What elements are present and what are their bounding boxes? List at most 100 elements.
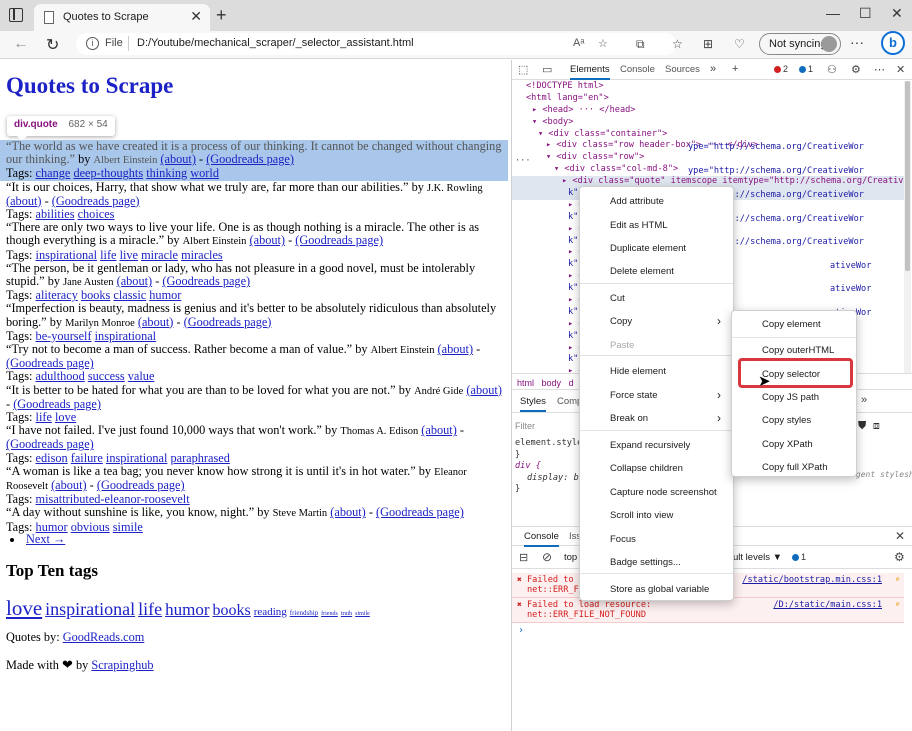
more-tabs-icon[interactable]: » [710,63,716,75]
favorites-icon[interactable]: ☆ [672,37,683,51]
top-tag-link[interactable]: simile [355,611,370,617]
browser-essentials-icon[interactable]: ♡ [734,37,745,51]
menu-item-edit-as-html[interactable]: Edit as HTML [580,216,733,236]
back-icon[interactable]: ← [13,35,29,53]
sidebar-toggle-icon[interactable]: ⊟ [519,551,528,564]
address-bar[interactable]: i File D:/Youtube/mechanical_scraper/_se… [76,33,676,55]
top-tag-link[interactable]: reading [254,606,287,618]
menu-item-focus[interactable]: Focus [580,530,733,550]
close-drawer-icon[interactable]: ✕ [895,529,905,543]
bing-chat-icon[interactable]: b [881,31,905,55]
tag-link[interactable]: success [88,369,125,383]
menu-item-hide-element[interactable]: Hide element [580,362,733,382]
breadcrumb-div[interactable]: d [569,378,574,388]
tag-link[interactable]: life [36,410,52,424]
menu-item-delete-element[interactable]: Delete element [580,262,733,282]
goodreads-page-link[interactable]: (Goodreads page) [184,315,272,329]
top-tag-link[interactable]: friends [321,611,338,617]
menu-item-copy-element[interactable]: Copy element [732,315,856,335]
dom-node[interactable]: ▾ <div class="row"> [512,152,904,164]
top-tag-link[interactable]: friendship [290,609,318,617]
goodreads-page-link[interactable]: (Goodreads page) [162,274,250,288]
log-levels-dropdown[interactable]: ult levels ▼ [733,552,782,563]
goodreads-page-link[interactable]: (Goodreads page) [97,478,185,492]
tag-link[interactable]: books [81,288,110,302]
error-source-link[interactable]: /D:/static/main.css:1 [773,600,882,610]
tag-link[interactable]: misattributed-eleanor-roosevelt [36,492,190,506]
goodreads-page-link[interactable]: (Goodreads page) [206,152,294,166]
about-link[interactable]: (about) [250,233,286,247]
top-tag-link[interactable]: books [213,602,251,619]
tag-link[interactable]: inspirational [106,451,167,465]
about-link[interactable]: (about) [330,505,366,519]
minimize-icon[interactable]: — [826,5,840,21]
top-tag-link[interactable]: truth [341,611,352,617]
scrapinghub-link[interactable]: Scrapinghub [91,658,153,672]
menu-item-copy-js-path[interactable]: Copy JS path [732,388,856,408]
breadcrumb-body[interactable]: body [542,378,562,388]
dom-node[interactable]: <!DOCTYPE html> [512,81,904,93]
tag-link[interactable]: paraphrased [170,451,229,465]
tag-link[interactable]: classic [113,288,146,302]
top-tag-link[interactable]: love [6,596,42,620]
tab-actions-icon[interactable] [9,8,23,22]
maximize-icon[interactable]: ☐ [859,5,872,22]
tag-link[interactable]: inspirational [95,329,156,343]
tag-link[interactable]: adulthood [36,369,85,383]
tag-link[interactable]: choices [78,207,115,221]
add-tab-icon[interactable]: + [732,63,738,75]
goodreads-page-link[interactable]: (Goodreads page) [52,194,140,208]
refresh-icon[interactable]: ↻ [46,35,59,55]
goodreads-page-link[interactable]: (Goodreads page) [6,356,94,370]
tag-link[interactable]: world [190,166,219,180]
new-tab-icon[interactable]: + [216,5,227,26]
breadcrumb-html[interactable]: html [517,378,534,388]
tag-link[interactable]: simile [113,520,143,534]
clear-console-icon[interactable]: ⊘ [542,550,552,564]
menu-item-force-state[interactable]: Force state › [580,386,733,406]
console-prompt[interactable]: › [518,625,524,636]
tag-link[interactable]: humor [149,288,181,302]
error-source-link[interactable]: /static/bootstrap.min.css:1 [742,575,882,585]
about-link[interactable]: (about) [160,152,196,166]
next-link[interactable]: Next → [26,532,65,546]
tag-link[interactable]: miracles [181,248,223,262]
close-window-icon[interactable]: ✕ [891,5,903,22]
tab-console[interactable]: Console [620,64,655,75]
settings-icon[interactable]: ⚙ [851,63,861,76]
tag-link[interactable]: edison [36,451,68,465]
about-link[interactable]: (about) [117,274,153,288]
tag-link[interactable]: be-yourself [36,329,92,343]
profile-sync-button[interactable]: Not syncing [759,33,841,55]
styles-filter-input[interactable]: Filter [515,421,535,431]
menu-item-scroll-into-view[interactable]: Scroll into view [580,506,733,526]
tab-elements[interactable]: Elements [570,64,610,80]
top-tag-link[interactable]: inspirational [45,599,135,619]
goodreads-link[interactable]: GoodReads.com [63,630,145,644]
page-title[interactable]: Quotes to Scrape [6,73,173,99]
search-icon[interactable]: ⌕ [895,600,900,610]
tab-styles[interactable]: Styles [520,396,546,412]
collections-icon[interactable]: ⊞ [703,37,713,51]
feedback-icon[interactable]: ⚇ [827,63,837,76]
tab-console-drawer[interactable]: Console [524,531,559,547]
menu-item-paste[interactable]: Paste [580,336,733,356]
menu-item-badge-settings[interactable]: Badge settings... [580,553,733,573]
tag-link[interactable]: life [100,248,116,262]
goodreads-page-link[interactable]: (Goodreads page) [376,505,464,519]
about-link[interactable]: (about) [421,423,457,437]
top-tag-link[interactable]: life [138,599,162,619]
about-link[interactable]: (about) [466,383,502,397]
menu-item-copy-xpath[interactable]: Copy XPath [732,435,856,455]
tag-link[interactable]: abilities [36,207,75,221]
menu-item-cut[interactable]: Cut [580,289,733,309]
menu-item-copy-styles[interactable]: Copy styles [732,411,856,431]
dom-scrollbar[interactable] [904,81,911,373]
about-link[interactable]: (about) [6,194,42,208]
console-issues-badge[interactable]: 1 [792,552,806,562]
top-tag-link[interactable]: humor [165,600,209,619]
address-url[interactable]: D:/Youtube/mechanical_scraper/_selector_… [137,37,414,49]
close-tab-icon[interactable]: ✕ [190,8,202,25]
menu-item-add-attribute[interactable]: Add attribute [580,192,733,212]
overflow-menu-icon[interactable]: ⋯ [874,63,885,76]
